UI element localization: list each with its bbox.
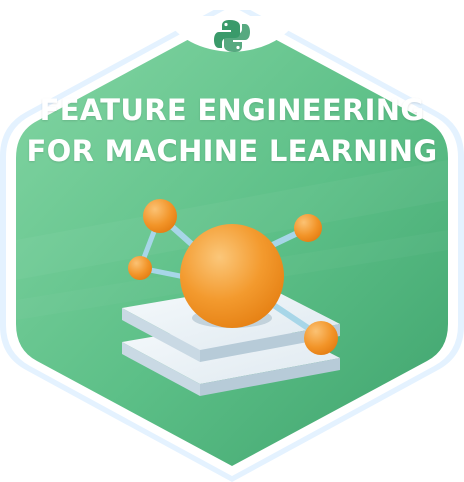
node-left bbox=[128, 256, 152, 280]
node-right bbox=[294, 214, 322, 242]
badge-title-line-2: FOR MACHINE LEARNING bbox=[26, 134, 438, 168]
node-bottom-right bbox=[304, 321, 338, 355]
badge-title-line-1: FEATURE ENGINEERING bbox=[39, 93, 425, 127]
badge-graphic bbox=[0, 0, 464, 482]
course-badge: FEATURE ENGINEERING FOR MACHINE LEARNING bbox=[0, 0, 464, 482]
node-center bbox=[180, 224, 284, 328]
node-top-left bbox=[143, 199, 177, 233]
